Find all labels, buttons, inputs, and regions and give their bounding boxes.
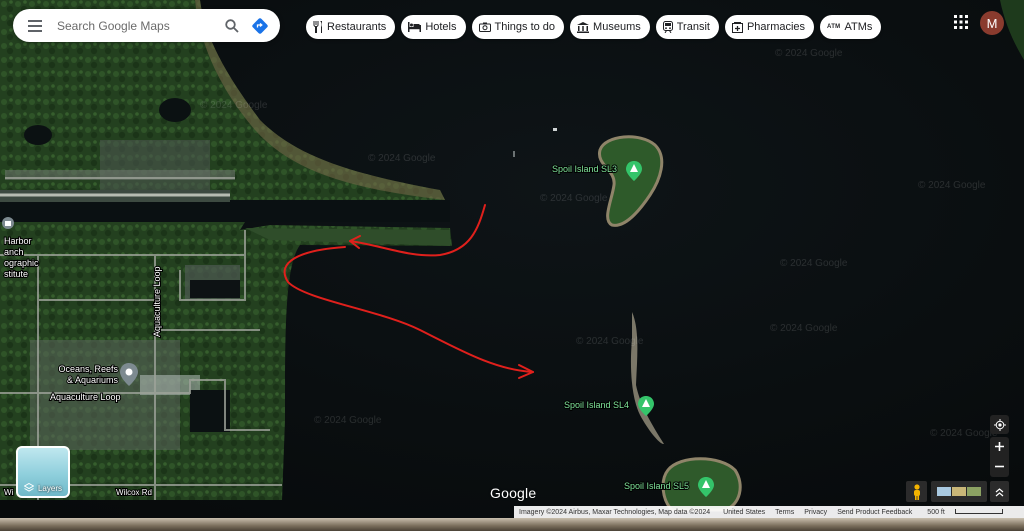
menu-icon[interactable]: [25, 15, 45, 37]
category-chips: Restaurants Hotels Things to do Museums …: [306, 15, 882, 39]
poi-label: anch: [4, 247, 24, 257]
satellite-thumbnail-icon: [967, 487, 981, 496]
watermark: © 2024 Google: [775, 48, 843, 59]
road-label-aquaculture-horizontal: Aquaculture Loop: [50, 392, 121, 402]
avatar[interactable]: M: [980, 11, 1004, 35]
watermark: © 2024 Google: [780, 258, 848, 269]
minus-icon: [995, 465, 1004, 468]
chip-pharmacies[interactable]: Pharmacies: [724, 15, 815, 39]
chip-things-to-do[interactable]: Things to do: [471, 15, 565, 39]
chip-transit[interactable]: Transit: [655, 15, 719, 39]
watermark: © 2024 Google: [540, 193, 608, 204]
screen-bezel: [0, 518, 1024, 531]
imagery-credit: Imagery ©2024 Airbus, Maxar Technologies…: [519, 508, 711, 516]
poi-label: & Aquariums: [67, 375, 119, 385]
train-icon: [662, 21, 673, 33]
fork-knife-icon: [313, 21, 322, 33]
attribution-bar: Imagery ©2024 Airbus, Maxar Technologies…: [514, 506, 1024, 518]
poi-label: Oceans, Reefs: [58, 364, 118, 374]
satellite-map[interactable]: © 2024 Google © 2024 Google © 2024 Googl…: [0, 0, 1024, 531]
search-box: [13, 9, 280, 42]
poi-label: Spoil Island SL5: [624, 481, 689, 491]
chip-label: Pharmacies: [746, 21, 806, 33]
watermark: © 2024 Google: [200, 100, 268, 111]
poi-label: ographic: [4, 258, 39, 268]
layers-label: Layers: [37, 483, 62, 493]
terms-link[interactable]: Terms: [775, 509, 794, 516]
watermark: © 2024 Google: [576, 336, 644, 347]
chip-label: Hotels: [425, 21, 457, 33]
apps-grid-icon[interactable]: [954, 15, 968, 29]
location-target-icon: [993, 418, 1006, 431]
feedback-link[interactable]: Send Product Feedback: [837, 509, 912, 516]
my-location-button[interactable]: [990, 415, 1009, 434]
map-thumbnail-icon: [937, 487, 951, 496]
chip-label: Museums: [593, 21, 641, 33]
country-label: United States: [723, 508, 766, 516]
directions-icon[interactable]: [250, 15, 270, 37]
watermark: © 2024 Google: [770, 323, 838, 334]
plus-icon: [995, 442, 1004, 451]
zoom-controls: [990, 437, 1009, 477]
road-label-wi: Wi: [4, 488, 14, 497]
pharmacy-icon: [731, 21, 743, 33]
layers-icon: [23, 483, 34, 492]
expand-button[interactable]: [990, 481, 1009, 502]
chip-label: Restaurants: [327, 21, 387, 33]
layers-button[interactable]: Layers: [16, 446, 70, 498]
chip-museums[interactable]: Museums: [570, 15, 650, 39]
terrain-thumbnail-icon: [952, 487, 966, 496]
watermark: © 2024 Google: [930, 428, 998, 439]
bed-icon: [408, 22, 422, 32]
museum-icon: [577, 21, 590, 33]
road-label-wilcox: Wilcox Rd: [116, 488, 152, 497]
poi-label: Harbor: [4, 236, 32, 246]
pegman-button[interactable]: [906, 481, 927, 502]
watermark: © 2024 Google: [918, 180, 986, 191]
search-input[interactable]: [55, 17, 214, 34]
chip-hotels[interactable]: Hotels: [401, 15, 466, 39]
chip-label: Transit: [676, 21, 710, 33]
privacy-link[interactable]: Privacy: [804, 509, 827, 516]
atm-icon: ATM: [827, 24, 841, 30]
pegman-icon: [913, 483, 920, 500]
search-icon[interactable]: [222, 15, 242, 37]
scale-bar[interactable]: 500 ft: [922, 509, 1008, 516]
google-logo: Google: [490, 485, 537, 501]
poi-oceans-reefs[interactable]: Oceans, Reefs & Aquariums: [57, 363, 138, 386]
watermark: © 2024 Google: [368, 153, 436, 164]
chip-atms[interactable]: ATM ATMs: [820, 15, 882, 39]
chip-label: Things to do: [494, 21, 556, 33]
imagery-thumbnails[interactable]: [931, 481, 987, 502]
chevron-up-icon: [995, 487, 1004, 496]
zoom-out-button[interactable]: [990, 457, 1009, 476]
poi-label: Spoil Island SL4: [564, 400, 629, 410]
watermark: © 2024 Google: [314, 415, 382, 426]
road-label-aquaculture-vertical: Aquaculture Loop: [152, 266, 162, 337]
zoom-in-button[interactable]: [990, 437, 1009, 456]
chip-label: ATMs: [844, 21, 873, 33]
scale-label: 500 ft: [927, 508, 945, 516]
camera-icon: [478, 22, 491, 32]
poi-label: stitute: [4, 269, 28, 279]
poi-label: Spoil Island SL3: [552, 164, 617, 174]
chip-restaurants[interactable]: Restaurants: [306, 15, 396, 39]
